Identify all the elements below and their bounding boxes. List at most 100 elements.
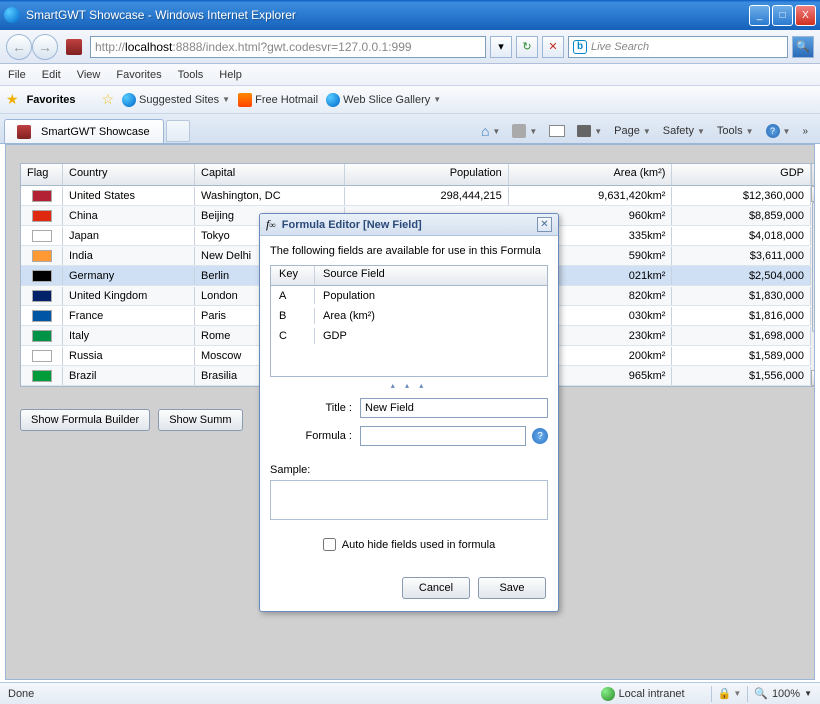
cell-country: Germany xyxy=(63,267,195,285)
search-button[interactable]: 🔍 xyxy=(792,36,814,58)
menu-favorites[interactable]: Favorites xyxy=(116,69,161,81)
home-button[interactable]: ⌂▼ xyxy=(481,123,500,139)
favorites-star-icon[interactable]: ★ xyxy=(6,91,19,108)
protected-mode[interactable]: 🔒 ▼ xyxy=(718,687,742,700)
refresh-button[interactable]: ↻ xyxy=(516,36,538,58)
cell-country: United States xyxy=(63,187,195,205)
help-button[interactable]: ?▼ xyxy=(766,124,791,138)
field-row[interactable]: APopulation xyxy=(271,286,547,306)
read-mail-button[interactable] xyxy=(549,125,565,137)
tab-active[interactable]: SmartGWT Showcase xyxy=(4,119,164,143)
menu-tools[interactable]: Tools xyxy=(178,69,204,81)
col-country[interactable]: Country xyxy=(63,164,195,185)
home-icon: ⌂ xyxy=(481,123,489,139)
status-text: Done xyxy=(8,688,601,700)
cell-gdp: $1,830,000 xyxy=(672,287,811,305)
security-zone[interactable]: Local intranet xyxy=(601,687,685,701)
flag-icon xyxy=(32,230,52,242)
url-path: :8888/index.html?gwt.codesvr=127.0.0.1:9… xyxy=(172,40,411,54)
autohide-checkbox[interactable] xyxy=(323,538,336,551)
cell-gdp: $2,504,000 xyxy=(672,267,811,285)
field-key: A xyxy=(271,288,315,304)
nav-bar: ← → http:// localhost :8888/index.html?g… xyxy=(0,30,820,64)
menu-bar: File Edit View Favorites Tools Help xyxy=(0,64,820,86)
scroll-down-button[interactable]: ▼ xyxy=(811,370,815,386)
window-minimize-button[interactable]: _ xyxy=(749,5,770,26)
tools-menu[interactable]: Tools▼ xyxy=(717,125,754,137)
field-row[interactable]: BArea (km²) xyxy=(271,306,547,326)
resize-handle[interactable]: ▴ ▴ ▴ xyxy=(270,381,548,390)
cell-country: France xyxy=(63,307,195,325)
cell-country: India xyxy=(63,247,195,265)
page-menu[interactable]: Page▼ xyxy=(614,125,651,137)
cell-capital: Washington, DC xyxy=(195,187,345,205)
web-slice-gallery-link[interactable]: Web Slice Gallery ▼ xyxy=(326,93,441,107)
menu-edit[interactable]: Edit xyxy=(42,69,61,81)
free-hotmail-link[interactable]: Free Hotmail xyxy=(238,93,318,107)
cancel-button[interactable]: Cancel xyxy=(402,577,470,599)
show-summary-button[interactable]: Show Summ xyxy=(158,409,242,431)
search-box[interactable]: b Live Search xyxy=(568,36,788,58)
cell-gdp: $1,816,000 xyxy=(672,307,811,325)
forward-button[interactable]: → xyxy=(32,34,58,60)
cell-gdp: $12,360,000 xyxy=(672,187,811,205)
field-row[interactable]: CGDP xyxy=(271,326,547,346)
suggested-sites-link[interactable]: Suggested Sites ▼ xyxy=(122,93,230,107)
ie-icon xyxy=(4,7,20,23)
window-maximize-button[interactable]: □ xyxy=(772,5,793,26)
address-dropdown[interactable]: ▾ xyxy=(490,36,512,58)
ie-mini-icon xyxy=(122,93,136,107)
scroll-thumb[interactable] xyxy=(812,202,815,332)
dialog-titlebar[interactable]: f∞ Formula Editor [New Field] ✕ xyxy=(260,214,558,236)
scroll-up-button[interactable]: ▲ xyxy=(811,186,815,202)
fields-col-source[interactable]: Source Field xyxy=(315,266,547,285)
window-close-button[interactable]: X xyxy=(795,5,816,26)
print-button[interactable]: ▼ xyxy=(577,125,602,137)
webslice-icon xyxy=(326,93,340,107)
add-favorite-icon[interactable]: ☆ xyxy=(101,91,114,108)
cell-country: China xyxy=(63,207,195,225)
formula-editor-dialog: f∞ Formula Editor [New Field] ✕ The foll… xyxy=(259,213,559,612)
menu-help[interactable]: Help xyxy=(219,69,242,81)
field-source: Area (km²) xyxy=(315,308,547,324)
formula-label: Formula : xyxy=(270,430,360,442)
menu-file[interactable]: File xyxy=(8,69,26,81)
content-area: Flag Country Capital Population Area (km… xyxy=(5,144,815,680)
show-formula-builder-button[interactable]: Show Formula Builder xyxy=(20,409,150,431)
formula-input[interactable] xyxy=(360,426,526,446)
col-area[interactable]: Area (km²) xyxy=(509,164,673,185)
title-input[interactable] xyxy=(360,398,548,418)
zoom-control[interactable]: 🔍 100% ▼ xyxy=(754,687,812,700)
col-gdp[interactable]: GDP xyxy=(672,164,811,185)
flag-icon xyxy=(32,250,52,262)
col-capital[interactable]: Capital xyxy=(195,164,345,185)
help-icon: ? xyxy=(766,124,780,138)
dialog-close-button[interactable]: ✕ xyxy=(537,217,552,232)
stop-button[interactable]: ✕ xyxy=(542,36,564,58)
address-bar[interactable]: http:// localhost :8888/index.html?gwt.c… xyxy=(90,36,486,58)
command-overflow[interactable]: » xyxy=(802,126,808,137)
fields-col-key[interactable]: Key xyxy=(271,266,315,285)
grid-header: Flag Country Capital Population Area (km… xyxy=(21,164,815,186)
back-button[interactable]: ← xyxy=(6,34,32,60)
table-row[interactable]: United StatesWashington, DC298,444,2159,… xyxy=(21,186,815,206)
url-protocol: http:// xyxy=(95,40,125,54)
col-flag[interactable]: Flag xyxy=(21,164,63,185)
favorites-label[interactable]: Favorites xyxy=(27,94,76,106)
tab-bar: SmartGWT Showcase ⌂▼ ▼ ▼ Page▼ Safety▼ T… xyxy=(0,114,820,144)
col-population[interactable]: Population xyxy=(345,164,509,185)
new-tab-button[interactable] xyxy=(166,120,190,142)
save-button[interactable]: Save xyxy=(478,577,546,599)
bing-icon: b xyxy=(573,40,587,54)
globe-icon xyxy=(601,687,615,701)
menu-view[interactable]: View xyxy=(77,69,101,81)
sample-label: Sample: xyxy=(270,464,548,476)
cell-country: Japan xyxy=(63,227,195,245)
cell-country: Italy xyxy=(63,327,195,345)
flag-icon xyxy=(32,190,52,202)
flag-icon xyxy=(32,310,52,322)
feeds-button[interactable]: ▼ xyxy=(512,124,537,138)
formula-help-icon[interactable]: ? xyxy=(532,428,548,444)
hotmail-icon xyxy=(238,93,252,107)
safety-menu[interactable]: Safety▼ xyxy=(663,125,705,137)
